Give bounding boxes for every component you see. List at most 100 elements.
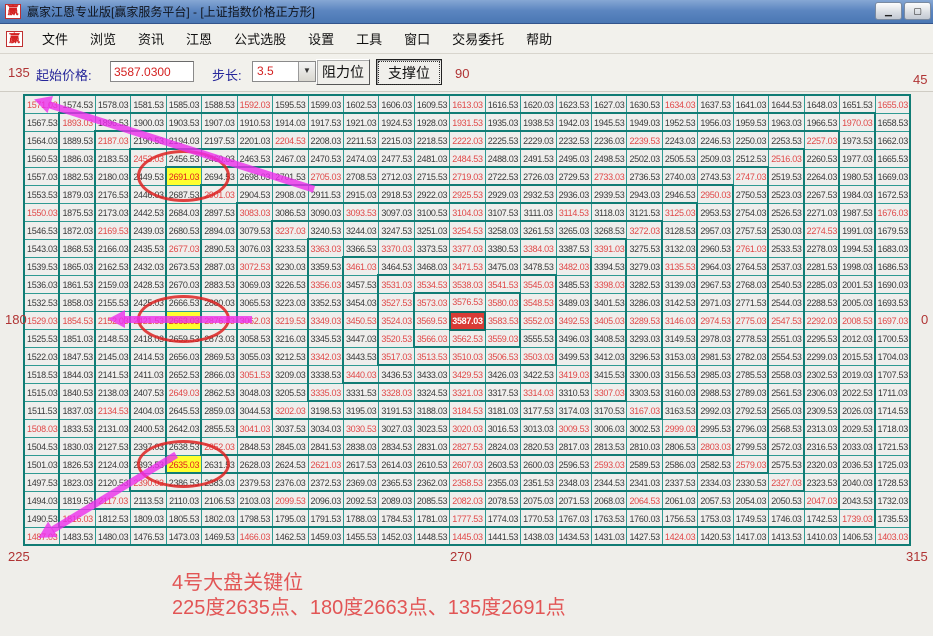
price-cell[interactable]: 1476.53 [131, 528, 166, 546]
price-cell[interactable]: 2512.53 [733, 150, 768, 168]
price-cell[interactable]: 2299.03 [804, 348, 839, 366]
price-cell[interactable]: 3121.53 [627, 204, 662, 222]
price-cell[interactable]: 3006.03 [592, 420, 627, 438]
price-cell[interactable]: 2022.53 [840, 384, 875, 402]
price-cell[interactable]: 3058.53 [237, 330, 272, 348]
price-cell[interactable]: 2054.03 [733, 492, 768, 510]
price-cell[interactable]: 2880.03 [202, 294, 237, 312]
price-cell[interactable]: 1945.53 [592, 114, 627, 132]
price-cell[interactable]: 1830.03 [60, 438, 95, 456]
price-cell[interactable]: 3237.03 [273, 222, 308, 240]
price-cell[interactable]: 2610.53 [414, 456, 449, 474]
price-cell[interactable]: 1994.53 [840, 240, 875, 258]
price-cell[interactable]: 2050.53 [769, 492, 804, 510]
price-cell[interactable]: 3020.03 [450, 420, 485, 438]
price-cell[interactable]: 2169.53 [95, 222, 130, 240]
price-cell[interactable]: 2817.03 [556, 438, 591, 456]
price-cell[interactable]: 3065.53 [237, 294, 272, 312]
price-cell[interactable]: 1403.03 [875, 528, 910, 546]
price-cell[interactable]: 2946.53 [662, 186, 697, 204]
price-cell[interactable]: 2400.53 [131, 420, 166, 438]
price-cell[interactable]: 3139.03 [662, 276, 697, 294]
price-cell[interactable]: 2631.53 [202, 456, 237, 474]
price-cell[interactable]: 2666.53 [166, 294, 201, 312]
price-cell[interactable]: 2432.03 [131, 258, 166, 276]
price-cell[interactable]: 1756.53 [662, 510, 697, 528]
price-cell[interactable]: 3195.03 [343, 402, 378, 420]
price-cell[interactable]: 2558.03 [769, 366, 804, 384]
price-cell[interactable]: 2834.53 [379, 438, 414, 456]
price-cell[interactable]: 1693.53 [875, 294, 910, 312]
price-cell[interactable]: 1844.03 [60, 366, 95, 384]
price-cell[interactable]: 3324.53 [414, 384, 449, 402]
price-cell[interactable]: 2218.53 [414, 132, 449, 150]
price-cell[interactable]: 3331.53 [343, 384, 378, 402]
price-cell[interactable]: 2621.03 [308, 456, 343, 474]
price-cell[interactable]: 3419.03 [556, 366, 591, 384]
price-cell[interactable]: 1445.03 [450, 528, 485, 546]
price-cell[interactable]: 2316.53 [804, 438, 839, 456]
price-cell[interactable]: 3356.03 [308, 276, 343, 294]
step-select[interactable]: 3.5 ▼ [252, 61, 316, 82]
price-cell[interactable]: 2932.53 [521, 186, 556, 204]
price-cell[interactable]: 1903.53 [166, 114, 201, 132]
price-cell[interactable]: 1816.03 [60, 510, 95, 528]
price-cell[interactable]: 2092.53 [343, 492, 378, 510]
price-cell[interactable]: 3016.53 [485, 420, 520, 438]
price-cell[interactable]: 3380.53 [485, 240, 520, 258]
price-cell[interactable]: 1767.03 [556, 510, 591, 528]
price-cell[interactable]: 1662.03 [875, 132, 910, 150]
price-cell[interactable]: 2001.53 [840, 276, 875, 294]
price-cell[interactable]: 2768.03 [733, 276, 768, 294]
price-cell[interactable]: 2551.03 [769, 330, 804, 348]
price-cell[interactable]: 2565.03 [769, 402, 804, 420]
price-cell[interactable]: 2456.53 [166, 150, 201, 168]
price-cell[interactable]: 3485.53 [556, 276, 591, 294]
price-cell[interactable]: 2708.53 [343, 168, 378, 186]
price-cell[interactable]: 3408.53 [592, 330, 627, 348]
price-cell[interactable]: 2411.03 [131, 366, 166, 384]
price-cell[interactable]: 2393.53 [131, 456, 166, 474]
price-cell[interactable]: 3468.03 [414, 258, 449, 276]
price-cell[interactable]: 2288.53 [804, 294, 839, 312]
price-cell[interactable]: 2404.03 [131, 402, 166, 420]
price-cell[interactable]: 3062.03 [237, 312, 272, 330]
price-cell[interactable]: 1434.53 [556, 528, 591, 546]
price-cell[interactable]: 1602.53 [343, 96, 378, 114]
price-cell[interactable]: 3286.03 [627, 294, 662, 312]
price-cell[interactable]: 3531.03 [379, 276, 414, 294]
price-cell[interactable]: 1620.03 [521, 96, 556, 114]
price-cell[interactable]: 1942.03 [556, 114, 591, 132]
price-cell[interactable]: 2523.03 [769, 186, 804, 204]
price-cell[interactable]: 2929.03 [485, 186, 520, 204]
price-cell[interactable]: 2824.03 [485, 438, 520, 456]
price-cell[interactable]: 1700.53 [875, 330, 910, 348]
price-cell[interactable]: 2502.03 [627, 150, 662, 168]
price-cell[interactable]: 3412.03 [592, 348, 627, 366]
price-cell[interactable]: 3394.53 [592, 258, 627, 276]
price-cell[interactable]: 2208.03 [308, 132, 343, 150]
price-cell[interactable]: 1690.03 [875, 276, 910, 294]
price-cell[interactable]: 1606.03 [379, 96, 414, 114]
start-price-input[interactable] [110, 61, 194, 82]
price-cell[interactable]: 3475.03 [485, 258, 520, 276]
price-cell[interactable]: 2159.03 [95, 276, 130, 294]
price-cell[interactable]: 2694.53 [202, 168, 237, 186]
price-cell[interactable]: 2554.53 [769, 348, 804, 366]
price-cell[interactable]: 1427.53 [627, 528, 662, 546]
price-cell[interactable]: 2005.03 [840, 294, 875, 312]
price-cell[interactable]: 2148.53 [95, 330, 130, 348]
price-cell[interactable]: 2533.53 [769, 240, 804, 258]
price-cell[interactable]: 1725.03 [875, 456, 910, 474]
price-cell[interactable]: 3478.53 [521, 258, 556, 276]
price-cell[interactable]: 3149.53 [662, 330, 697, 348]
price-cell[interactable]: 2852.03 [202, 438, 237, 456]
price-cell[interactable]: 1837.03 [60, 402, 95, 420]
price-cell[interactable]: 1984.03 [840, 186, 875, 204]
price-cell[interactable]: 3125.03 [662, 204, 697, 222]
price-cell[interactable]: 3552.03 [521, 312, 556, 330]
price-cell[interactable]: 1550.03 [25, 204, 60, 222]
price-cell[interactable]: 2848.53 [237, 438, 272, 456]
price-cell[interactable]: 2215.03 [379, 132, 414, 150]
price-cell[interactable]: 2418.03 [131, 330, 166, 348]
